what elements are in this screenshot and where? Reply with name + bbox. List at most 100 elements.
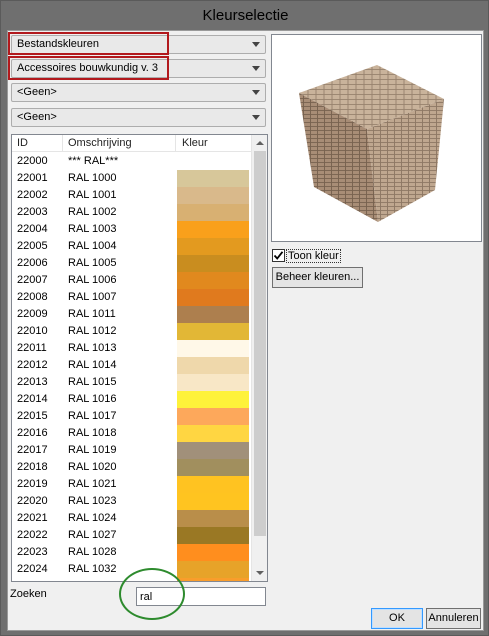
row-description: RAL 1019 bbox=[68, 444, 117, 456]
color-swatch bbox=[177, 493, 249, 510]
table-row[interactable]: 22021 RAL 1024 bbox=[12, 510, 252, 527]
search-label: Zoeken bbox=[10, 588, 47, 600]
table-row[interactable]: 22007 RAL 1006 bbox=[12, 272, 252, 289]
table-row[interactable]: 22002 RAL 1001 bbox=[12, 187, 252, 204]
color-swatch bbox=[177, 153, 249, 170]
table-row[interactable]: 22017 RAL 1019 bbox=[12, 442, 252, 459]
table-row[interactable]: 22018 RAL 1020 bbox=[12, 459, 252, 476]
row-description: RAL 1023 bbox=[68, 495, 117, 507]
material-preview bbox=[271, 34, 482, 242]
row-description: RAL 1001 bbox=[68, 189, 117, 201]
column-divider[interactable] bbox=[175, 135, 176, 152]
chevron-down-icon bbox=[252, 66, 260, 71]
row-description: RAL 1028 bbox=[68, 546, 117, 558]
scroll-thumb[interactable] bbox=[254, 151, 266, 536]
scroll-down-icon[interactable] bbox=[252, 565, 267, 581]
row-id: 22000 bbox=[17, 155, 48, 167]
row-description: RAL 1032 bbox=[68, 563, 117, 575]
column-header-color[interactable]: Kleur bbox=[182, 137, 208, 149]
ok-button[interactable]: OK bbox=[371, 608, 423, 629]
color-swatch bbox=[177, 238, 249, 255]
row-id: 22011 bbox=[17, 342, 47, 354]
row-description: RAL 1020 bbox=[68, 461, 117, 473]
table-row[interactable]: 22000 *** RAL*** bbox=[12, 153, 252, 170]
row-description: RAL 1018 bbox=[68, 427, 117, 439]
row-description: RAL 1015 bbox=[68, 376, 117, 388]
row-id: 22022 bbox=[17, 529, 48, 541]
color-swatch bbox=[177, 578, 249, 581]
row-id: 22007 bbox=[17, 274, 48, 286]
row-description: RAL 1006 bbox=[68, 274, 117, 286]
table-row[interactable]: 22004 RAL 1003 bbox=[12, 221, 252, 238]
row-id: 22002 bbox=[17, 189, 48, 201]
search-annotation-circle bbox=[119, 568, 185, 620]
scroll-up-icon[interactable] bbox=[252, 135, 267, 151]
manage-colors-button[interactable]: Beheer kleuren... bbox=[272, 267, 363, 288]
table-row[interactable]: 22022 RAL 1027 bbox=[12, 527, 252, 544]
show-color-label[interactable]: Toon kleur bbox=[286, 249, 341, 263]
chevron-down-icon bbox=[252, 115, 260, 120]
filter-4-value: <Geen> bbox=[17, 111, 57, 123]
filter-3-value: <Geen> bbox=[17, 86, 57, 98]
table-row[interactable]: 22003 RAL 1002 bbox=[12, 204, 252, 221]
row-description: RAL 1004 bbox=[68, 240, 117, 252]
row-id: 22020 bbox=[17, 495, 48, 507]
table-row[interactable]: 22005 RAL 1004 bbox=[12, 238, 252, 255]
row-id: 22021 bbox=[17, 512, 48, 524]
cancel-button[interactable]: Annuleren bbox=[426, 608, 481, 629]
row-id: 22012 bbox=[17, 359, 48, 371]
window-title: Kleurselectie bbox=[202, 7, 289, 24]
row-id: 22003 bbox=[17, 206, 48, 218]
list-scrollbar[interactable] bbox=[251, 135, 267, 581]
color-selection-dialog: Kleurselectie Bestandskleuren Accessoire… bbox=[0, 0, 489, 636]
table-row[interactable]: 22016 RAL 1018 bbox=[12, 425, 252, 442]
table-row[interactable]: 22014 RAL 1016 bbox=[12, 391, 252, 408]
row-id: 22024 bbox=[17, 563, 48, 575]
filter-dropdown-4[interactable]: <Geen> bbox=[11, 108, 266, 127]
color-swatch bbox=[177, 425, 249, 442]
table-row[interactable]: 22009 RAL 1011 bbox=[12, 306, 252, 323]
table-row[interactable]: 22008 RAL 1007 bbox=[12, 289, 252, 306]
color-swatch bbox=[177, 510, 249, 527]
row-description: RAL 1007 bbox=[68, 291, 117, 303]
row-id: 22004 bbox=[17, 223, 48, 235]
table-row[interactable]: 22012 RAL 1014 bbox=[12, 357, 252, 374]
chevron-down-icon bbox=[252, 90, 260, 95]
show-color-checkbox[interactable] bbox=[272, 249, 285, 262]
row-id: 22025 bbox=[17, 580, 48, 581]
color-list[interactable]: ID Omschrijving Kleur 22000 *** RAL*** 220… bbox=[11, 134, 268, 582]
color-swatch bbox=[177, 357, 249, 374]
column-divider[interactable] bbox=[62, 135, 63, 152]
row-id: 22017 bbox=[17, 444, 48, 456]
row-id: 22015 bbox=[17, 410, 48, 422]
color-swatch bbox=[177, 255, 249, 272]
table-row[interactable]: 22020 RAL 1023 bbox=[12, 493, 252, 510]
row-id: 22009 bbox=[17, 308, 48, 320]
row-id: 22010 bbox=[17, 325, 48, 337]
row-description: RAL 1024 bbox=[68, 512, 117, 524]
color-swatch bbox=[177, 374, 249, 391]
row-description: RAL 1027 bbox=[68, 529, 117, 541]
row-id: 22019 bbox=[17, 478, 48, 490]
row-description: RAL 1017 bbox=[68, 410, 117, 422]
color-swatch bbox=[177, 340, 249, 357]
table-row[interactable]: 22019 RAL 1021 bbox=[12, 476, 252, 493]
table-row[interactable]: 22015 RAL 1017 bbox=[12, 408, 252, 425]
color-swatch bbox=[177, 170, 249, 187]
table-row[interactable]: 22011 RAL 1013 bbox=[12, 340, 252, 357]
column-header-description[interactable]: Omschrijving bbox=[68, 137, 132, 149]
table-row[interactable]: 22010 RAL 1012 bbox=[12, 323, 252, 340]
table-row[interactable]: 22001 RAL 1000 bbox=[12, 170, 252, 187]
column-header-id[interactable]: ID bbox=[17, 137, 28, 149]
filter-dropdown-3[interactable]: <Geen> bbox=[11, 83, 266, 102]
row-id: 22023 bbox=[17, 546, 48, 558]
table-row[interactable]: 22006 RAL 1005 bbox=[12, 255, 252, 272]
highlight-frame-source bbox=[8, 32, 169, 55]
chevron-down-icon bbox=[252, 42, 260, 47]
color-swatch bbox=[177, 442, 249, 459]
list-header: ID Omschrijving Kleur bbox=[12, 135, 252, 152]
table-row[interactable]: 22023 RAL 1028 bbox=[12, 544, 252, 561]
row-id: 22014 bbox=[17, 393, 48, 405]
table-row[interactable]: 22013 RAL 1015 bbox=[12, 374, 252, 391]
color-swatch bbox=[177, 544, 249, 561]
